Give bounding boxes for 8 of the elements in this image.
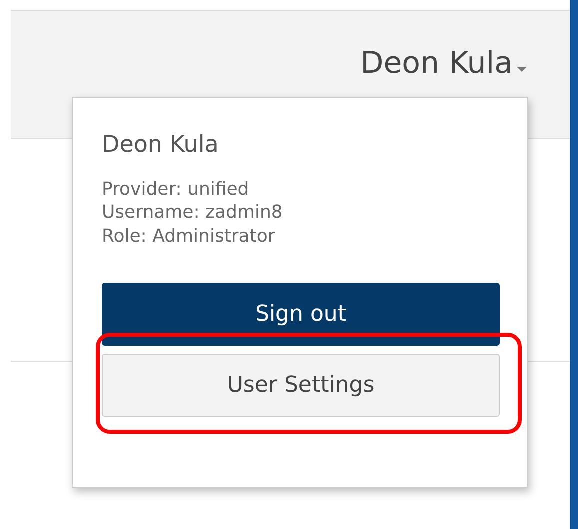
caret-icon — [516, 67, 528, 73]
user-menu-toggle[interactable]: Deon Kula — [360, 46, 528, 81]
user-detail: Provider: unified — [102, 178, 250, 202]
user-detail: Username: zadmin8 — [102, 201, 284, 225]
settings-button[interactable]: User Settings — [102, 354, 500, 418]
sign-out-button[interactable]: Sign out — [102, 283, 500, 346]
user-detail: Role: Administrator — [102, 224, 276, 248]
user-name: Deon Kula — [102, 132, 220, 158]
